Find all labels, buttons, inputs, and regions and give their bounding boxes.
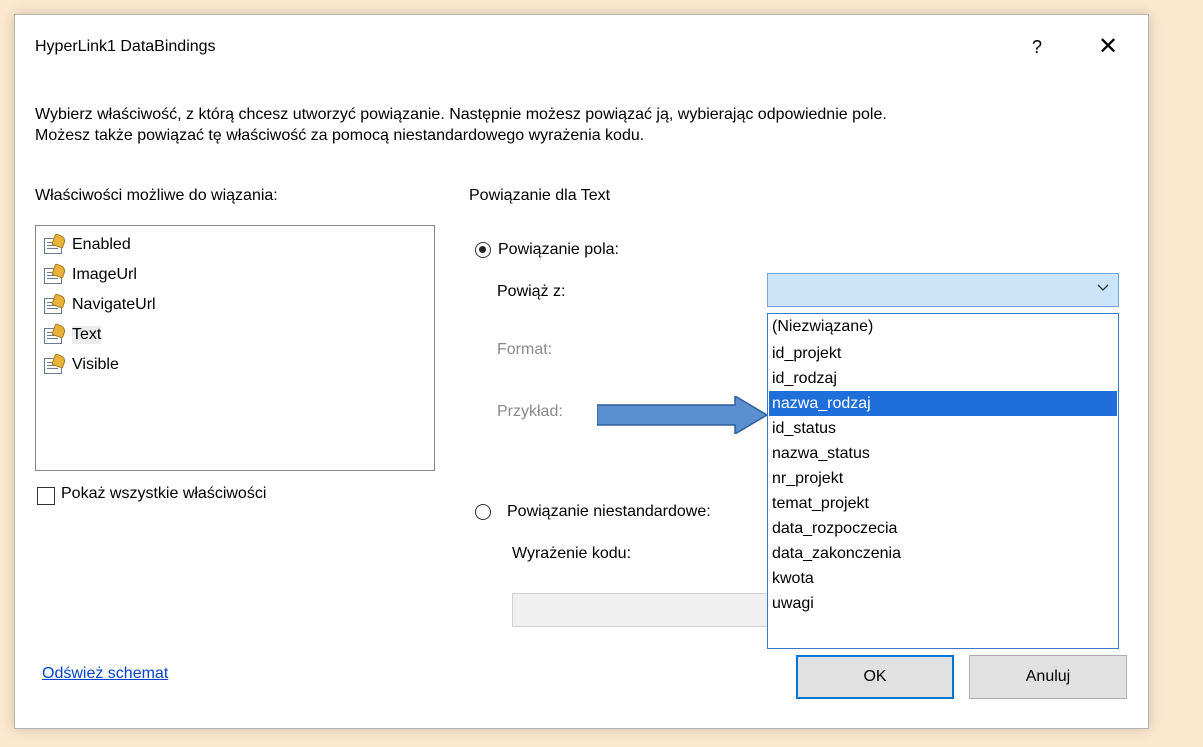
dropdown-option[interactable]: id_status (769, 416, 1117, 441)
format-label: Format: (497, 341, 553, 358)
help-button[interactable]: ? (1019, 31, 1055, 63)
description: Wybierz właściwość, z którą chcesz utwor… (35, 104, 1125, 146)
bind-to-combobox[interactable] (767, 273, 1119, 307)
property-item-visible[interactable]: Visible (42, 350, 119, 380)
show-all-properties-checkbox[interactable] (37, 487, 55, 505)
dropdown-option[interactable]: id_rodzaj (769, 366, 1117, 391)
bindable-properties-list[interactable]: Enabled ImageUrl NavigateUrl Text Visibl… (35, 225, 435, 471)
pointer-arrow-icon (597, 396, 769, 434)
dropdown-option[interactable]: uwagi (769, 591, 1117, 616)
property-label: Text (72, 326, 102, 344)
ok-button[interactable]: OK (796, 655, 954, 699)
binding-for-header: Powiązanie dla Text (469, 187, 611, 204)
property-item-navigateurl[interactable]: NavigateUrl (42, 290, 156, 320)
databindings-dialog: HyperLink1 DataBindings ? ✕ Wybierz właś… (14, 14, 1149, 729)
property-icon (42, 233, 67, 255)
dropdown-option[interactable]: kwota (769, 566, 1117, 591)
dropdown-option[interactable]: nr_projekt (769, 466, 1117, 491)
property-label: ImageUrl (72, 266, 137, 283)
dropdown-option[interactable]: id_projekt (769, 341, 1117, 366)
property-icon (42, 323, 67, 345)
dropdown-option[interactable]: data_zakonczenia (769, 541, 1117, 566)
code-expression-input[interactable] (512, 593, 770, 627)
show-all-properties-label: Pokaż wszystkie właściwości (61, 485, 267, 502)
bind-to-label: Powiąż z: (497, 283, 566, 300)
bindable-properties-label: Właściwości możliwe do wiązania: (35, 187, 278, 204)
property-label: NavigateUrl (72, 296, 156, 313)
chevron-down-icon (1096, 281, 1110, 298)
close-button[interactable]: ✕ (1085, 31, 1131, 63)
description-line-2: Możesz także powiązać tę właściwość za p… (35, 127, 645, 144)
property-icon (42, 293, 67, 315)
description-line-1: Wybierz właściwość, z którą chcesz utwor… (35, 106, 887, 123)
dropdown-option-highlighted[interactable]: nazwa_rodzaj (769, 391, 1117, 416)
custom-binding-label: Powiązanie niestandardowe: (507, 503, 711, 520)
dropdown-option[interactable]: (Niezwiązane) (769, 314, 1117, 339)
window-title: HyperLink1 DataBindings (35, 38, 216, 55)
custom-binding-radio[interactable] (475, 504, 491, 520)
property-item-text[interactable]: Text (42, 320, 102, 350)
property-item-enabled[interactable]: Enabled (42, 230, 131, 260)
code-expression-label: Wyrażenie kodu: (512, 545, 632, 562)
title-bar: HyperLink1 DataBindings ? ✕ (15, 15, 1148, 77)
field-binding-label: Powiązanie pola: (498, 241, 619, 258)
property-item-imageurl[interactable]: ImageUrl (42, 260, 137, 290)
property-icon (42, 263, 67, 285)
field-binding-radio[interactable] (475, 242, 491, 258)
property-icon (42, 353, 67, 375)
dropdown-option[interactable]: temat_projekt (769, 491, 1117, 516)
dropdown-option[interactable]: nazwa_status (769, 441, 1117, 466)
bind-to-dropdown-list[interactable]: (Niezwiązane) id_projekt id_rodzaj nazwa… (767, 313, 1119, 649)
property-label: Enabled (72, 236, 131, 253)
refresh-schema-link[interactable]: Odśwież schemat (42, 665, 168, 683)
cancel-button[interactable]: Anuluj (969, 655, 1127, 699)
property-label: Visible (72, 356, 119, 373)
example-label: Przykład: (497, 403, 563, 420)
dropdown-option[interactable]: data_rozpoczecia (769, 516, 1117, 541)
